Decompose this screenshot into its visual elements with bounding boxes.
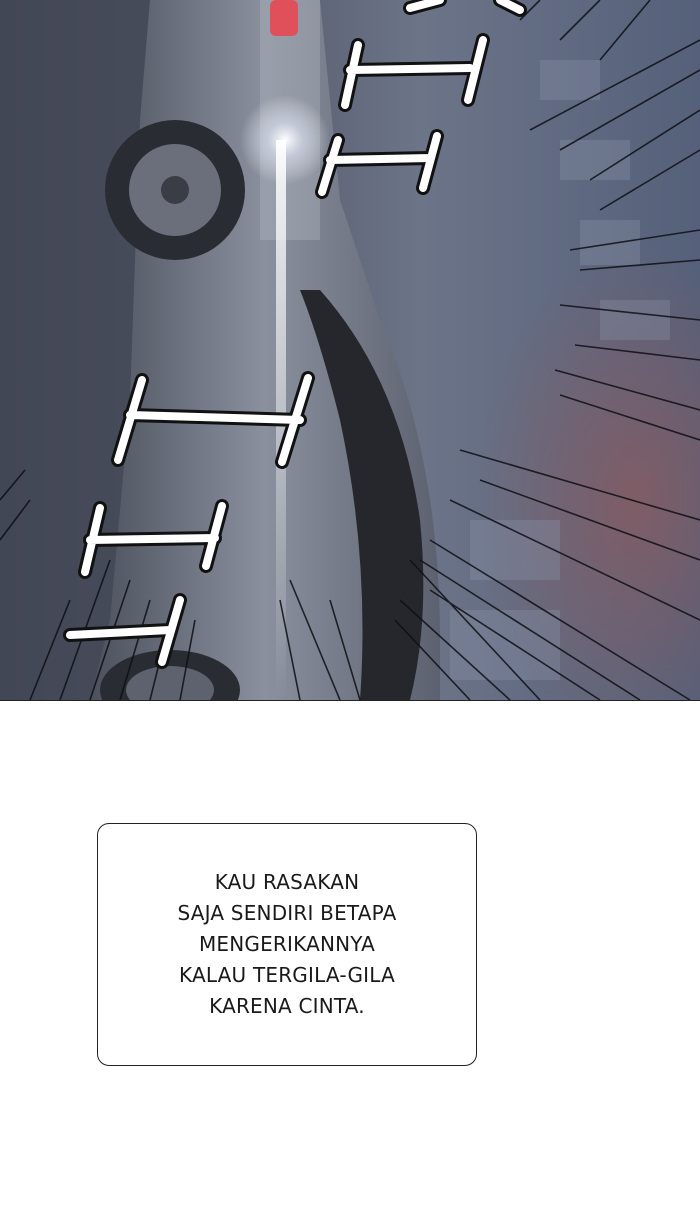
narration-line: SAJA SENDIRI BETAPA	[177, 901, 397, 925]
tail-light	[270, 0, 298, 36]
narration-line: KALAU TERGILA-GILA	[179, 963, 395, 987]
webtoon-page: KAU RASAKAN SAJA SENDIRI BETAPA MENGERIK…	[0, 0, 700, 1220]
narration-box: KAU RASAKAN SAJA SENDIRI BETAPA MENGERIK…	[97, 823, 477, 1066]
car-scene-illustration	[0, 0, 700, 700]
rear-wheel	[105, 120, 245, 260]
narration-text: KAU RASAKAN SAJA SENDIRI BETAPA MENGERIK…	[177, 867, 396, 1022]
narration-line: MENGERIKANNYA	[198, 932, 376, 956]
narration-line: KAU RASAKAN	[214, 870, 360, 894]
narration-line: KARENA CINTA.	[209, 994, 365, 1018]
illustration-panel	[0, 0, 700, 701]
